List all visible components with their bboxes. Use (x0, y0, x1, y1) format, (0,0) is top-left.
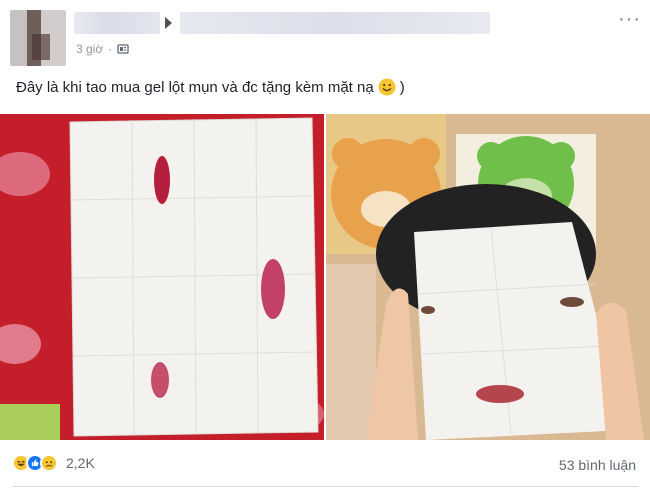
reaction-count: 2,2K (66, 455, 95, 471)
facebook-post: ··· 3 giờ · Đây là khi tao mua gel lột m… (0, 0, 650, 503)
author-name-blurred[interactable] (74, 12, 160, 34)
post-caption: Đây là khi tao mua gel lột mụn và đc tặn… (16, 78, 405, 96)
photo-sheet-mask[interactable] (0, 114, 324, 440)
reaction-summary[interactable]: 2,2K (12, 454, 95, 472)
separator-dot: · (108, 42, 113, 56)
group-privacy-icon[interactable] (117, 43, 129, 55)
comment-count[interactable]: 53 bình luận (559, 457, 636, 473)
smile-emoji-icon (378, 78, 396, 96)
more-options-icon[interactable]: ··· (618, 9, 641, 29)
caption-text: Đây là khi tao mua gel lột mụn và đc tặn… (16, 78, 374, 96)
group-name-blurred[interactable] (180, 12, 490, 34)
arrow-right-icon (165, 17, 172, 29)
photo-wearing-mask[interactable] (326, 114, 650, 440)
sad-icon (40, 454, 58, 472)
post-meta: 3 giờ · (76, 42, 129, 56)
timestamp[interactable]: 3 giờ (76, 42, 103, 56)
footer-divider (12, 486, 638, 487)
avatar[interactable] (10, 10, 66, 66)
caption-suffix: ) (399, 78, 405, 96)
